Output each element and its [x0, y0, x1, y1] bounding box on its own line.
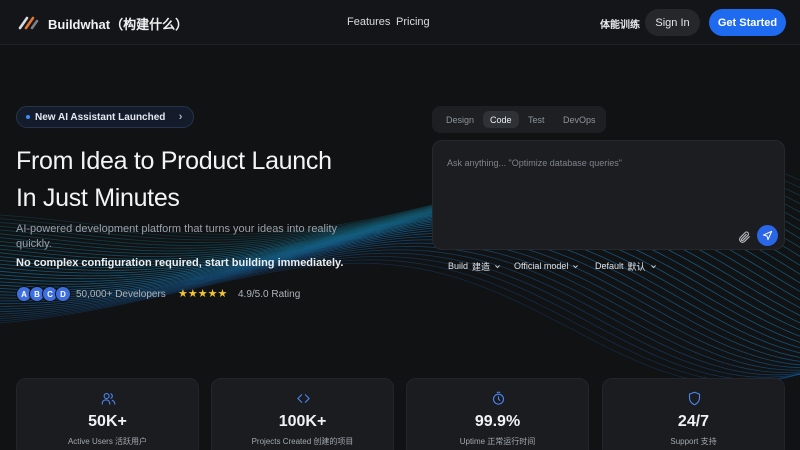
stat-value: 100K+	[278, 413, 327, 430]
hero-subtitle-secondary: No complex configuration required, start…	[16, 257, 344, 269]
dropdown-label-cn: 建造	[472, 261, 491, 272]
send-icon	[762, 230, 773, 241]
chevron-down-icon	[573, 264, 579, 268]
hero-title-line2: In Just Minutes	[16, 184, 180, 212]
announcement-badge[interactable]: New AI Assistant Launched ›	[16, 106, 195, 128]
stat-value: 50K+	[88, 413, 127, 430]
tab-design[interactable]: Design	[439, 111, 481, 128]
badge-dot	[26, 115, 30, 119]
tab-test[interactable]: Test	[521, 111, 552, 128]
paperclip-icon[interactable]	[737, 230, 751, 244]
badge-label: New AI Assistant Launched	[35, 111, 166, 123]
dropdown-label: Default	[595, 261, 624, 271]
shield-icon	[688, 391, 701, 406]
logo-icon	[18, 16, 39, 30]
sign-in-button[interactable]: Sign In	[645, 9, 700, 36]
send-button[interactable]	[757, 225, 778, 246]
avatar: D	[55, 286, 71, 302]
hero-title: From Idea to Product Launch In Just Minu…	[16, 143, 396, 217]
chevron-right-icon: ›	[178, 111, 183, 123]
dropdown-label-cn: 默认	[627, 261, 646, 272]
stat-label: Projects Created 创建的项目	[251, 437, 354, 446]
code-icon	[297, 394, 310, 403]
get-started-button[interactable]: Get Started	[709, 9, 786, 36]
stat-label: Uptime 正常运行时间	[459, 437, 536, 446]
stat-value: 24/7	[677, 413, 710, 430]
chevron-down-icon	[495, 264, 500, 268]
nav-training[interactable]: 体能训练	[600, 16, 640, 31]
hero-subtitle: AI-powered development platform that tur…	[16, 223, 337, 250]
wave-line	[0, 259, 800, 383]
nav-features[interactable]: Features	[347, 16, 390, 28]
stat-card-uptime: 99.9% Uptime 正常运行时间	[406, 378, 589, 450]
rating-stars: ★★★★★	[178, 288, 228, 300]
dropdown-label: Official model	[514, 261, 569, 271]
rating-text: 4.9/5.0 Rating	[238, 289, 301, 300]
chevron-down-icon	[650, 264, 656, 268]
tab-devops[interactable]: DevOps	[556, 111, 603, 128]
model-dropdown[interactable]: Official model	[507, 256, 586, 276]
stat-card-support: 24/7 Support 支持	[602, 378, 785, 450]
prompt-box	[432, 140, 785, 250]
stat-label: Active Users 活跃用户	[67, 437, 148, 446]
developer-count: 50,000+ Developers	[76, 289, 166, 300]
default-dropdown[interactable]: Default 默认	[588, 256, 664, 276]
top-nav: Buildwhat（构建什么） Features Pricing 体能训练 Si…	[0, 0, 800, 45]
stat-card-projects: 100K+ Projects Created 创建的项目	[211, 378, 394, 450]
stat-value: 99.9%	[474, 413, 521, 430]
build-dropdown[interactable]: Build 建造	[441, 256, 508, 276]
stopwatch-icon	[492, 391, 505, 405]
prompt-input[interactable]	[447, 154, 767, 172]
users-icon	[101, 392, 116, 405]
brand-name[interactable]: Buildwhat（构建什么）	[48, 14, 188, 33]
hero-title-line1: From Idea to Product Launch	[16, 147, 332, 175]
stat-label: Support 支持	[670, 437, 717, 446]
nav-pricing[interactable]: Pricing	[396, 16, 430, 28]
dropdown-label: Build	[448, 261, 469, 271]
mode-tabs: Design Code Test DevOps	[432, 106, 606, 133]
stat-card-users: 50K+ Active Users 活跃用户	[16, 378, 199, 450]
tab-code[interactable]: Code	[483, 111, 519, 128]
